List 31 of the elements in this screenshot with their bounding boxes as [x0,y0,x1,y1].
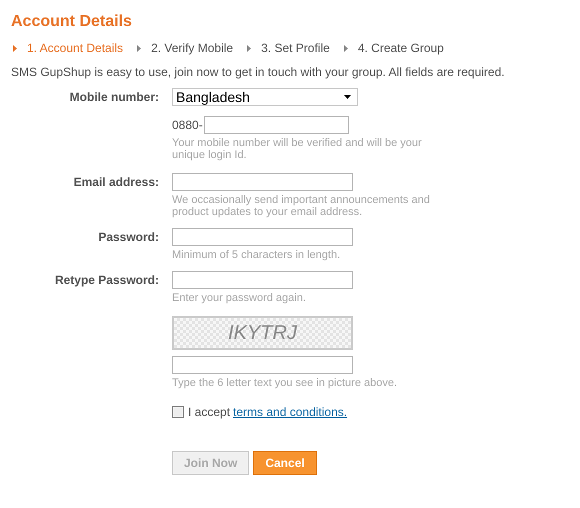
input-field[interactable] [172,228,353,246]
page-title: Account Details [11,12,133,32]
help-text: Minimum of 5 characters in length. [172,249,342,261]
input-field[interactable] [172,271,353,289]
triangle-icon [247,44,252,52]
field-label: Password: [98,229,159,246]
input-field[interactable] [172,356,353,374]
checkbox[interactable] [172,406,184,418]
terms-link[interactable]: terms and conditions. [233,403,348,421]
step-label[interactable]: 2. Verify Mobile [151,40,234,56]
help-text: Your mobile number will be verified and will be your unique login Id. [172,137,423,161]
field-label: Mobile number: [70,89,159,106]
triangle-icon [137,44,142,52]
input-field[interactable] [204,116,349,134]
field-label: Email address: [74,174,159,191]
help-text: Type the 6 letter text you see in picture above. [172,377,398,389]
triangle-icon [344,44,348,52]
step-label[interactable]: 4. Create Group [358,40,444,56]
help-text: Enter your password again. [172,292,307,304]
field-label: Retype Password: [54,272,159,289]
captcha-image: IKYTRJ [172,316,353,350]
phone-prefix: 0880- [172,117,203,134]
help-text: We occasionally send important announcements and product updates to your email address. [172,194,431,218]
input-field[interactable] [172,173,353,191]
step-label[interactable]: 3. Set Profile [261,40,330,56]
triangle-icon [13,44,17,52]
intro-text: SMS GupShup is easy to use, join now to get in touch with your group. All fields are required. [11,64,506,80]
country-dropdown[interactable]: Bangladesh [172,88,358,106]
dropdown-value: Bangladesh [176,88,250,107]
terms-text: I accept [188,404,230,421]
caret-icon [344,95,351,99]
